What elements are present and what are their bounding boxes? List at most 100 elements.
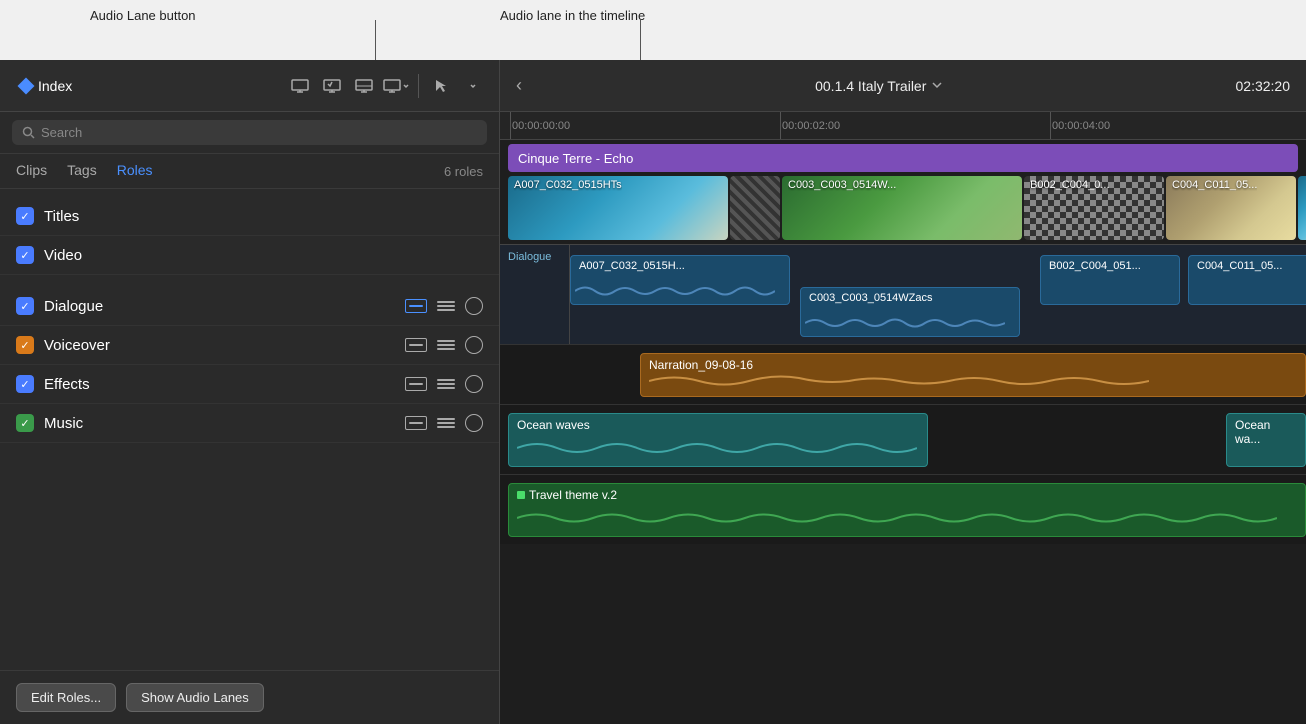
edit-roles-button[interactable]: Edit Roles... xyxy=(16,683,116,712)
ocean-clip-2[interactable]: Ocean wa... xyxy=(1226,413,1306,467)
role-name-dialogue: Dialogue xyxy=(44,298,405,315)
title-track: Cinque Terre - Echo xyxy=(508,144,1298,172)
search-box[interactable]: Search xyxy=(12,120,487,145)
audio-lane-btn-music[interactable] xyxy=(405,416,427,430)
arrow-icon[interactable] xyxy=(427,72,455,100)
role-name-music: Music xyxy=(44,415,405,432)
video-clip-stripe[interactable] xyxy=(730,176,780,240)
tc-mark-1: 00:00:02:00 xyxy=(782,120,840,132)
lines-icon-effects[interactable] xyxy=(437,379,455,389)
annotation-audio-lane-button: Audio Lane button xyxy=(90,8,196,23)
dialogue-clips: A007_C032_0515H... C003_C003_0514WZacs xyxy=(570,245,1306,344)
audio-lane-btn-voiceover[interactable] xyxy=(405,338,427,352)
circle-icon-dialogue[interactable] xyxy=(465,297,483,315)
video-clip-1[interactable]: A007_C032_0515HTs xyxy=(508,176,728,240)
video-clip-3[interactable]: B002_C004_0... xyxy=(1024,176,1164,240)
role-name-video: Video xyxy=(44,247,483,264)
tc-mark-0: 00:00:00:00 xyxy=(512,120,570,132)
waveform-svg-1 xyxy=(575,280,775,302)
circle-icon-effects[interactable] xyxy=(465,375,483,393)
voiceover-actions xyxy=(405,336,483,354)
timecode-ruler: 00:00:00:00 00:00:02:00 00:00:04:00 xyxy=(500,112,1306,140)
checkbox-music[interactable]: ✓ xyxy=(16,414,34,432)
diamond-icon xyxy=(18,77,35,94)
tab-tags[interactable]: Tags xyxy=(67,162,97,180)
bottom-buttons: Edit Roles... Show Audio Lanes xyxy=(0,670,499,724)
dialogue-clip-3[interactable]: B002_C004_051... xyxy=(1040,255,1180,305)
timeline-content: Cinque Terre - Echo A007_C032_0515HTs C0… xyxy=(500,140,1306,724)
dialogue-clip-2[interactable]: C003_C003_0514WZacs xyxy=(800,287,1020,337)
music-clip[interactable]: Travel theme v.2 xyxy=(508,483,1306,537)
video-clip-4[interactable]: C004_C011_05... xyxy=(1166,176,1296,240)
role-item-music[interactable]: ✓ Music xyxy=(0,404,499,443)
audio-lane-btn-effects[interactable] xyxy=(405,377,427,391)
checkbox-voiceover[interactable]: ✓ xyxy=(16,336,34,354)
audio-lane-btn-dialogue[interactable] xyxy=(405,299,427,313)
tab-clips[interactable]: Clips xyxy=(16,162,47,180)
circle-icon-voiceover[interactable] xyxy=(465,336,483,354)
search-placeholder: Search xyxy=(41,125,82,140)
arrow-dropdown[interactable] xyxy=(459,72,487,100)
role-name-voiceover: Voiceover xyxy=(44,337,405,354)
role-item-voiceover[interactable]: ✓ Voiceover xyxy=(0,326,499,365)
music-waveform xyxy=(517,504,1277,532)
video-clip-2[interactable]: C003_C003_0514W... xyxy=(782,176,1022,240)
checkbox-effects[interactable]: ✓ xyxy=(16,375,34,393)
lane-label-dialogue: Dialogue xyxy=(500,245,570,344)
role-name-effects: Effects xyxy=(44,376,405,393)
timeline-title: 00.1.4 Italy Trailer xyxy=(815,78,942,94)
timeline-timecode: 02:32:20 xyxy=(1236,78,1291,94)
title-dropdown-icon xyxy=(932,82,942,89)
narration-lane: Narration_09-08-16 xyxy=(500,344,1306,404)
lines-icon-music[interactable] xyxy=(437,418,455,428)
roles-list: ✓ Titles ✓ Video ✓ Dialogue xyxy=(0,189,499,670)
dialogue-lane: Dialogue A007_C032_0515H... C003_C003_05… xyxy=(500,244,1306,344)
role-item-effects[interactable]: ✓ Effects xyxy=(0,365,499,404)
waveform-svg-2 xyxy=(805,312,1005,334)
dialogue-clip-4[interactable]: C004_C011_05... xyxy=(1188,255,1306,305)
effects-actions xyxy=(405,375,483,393)
right-panel: ‹ 00.1.4 Italy Trailer 02:32:20 00:00:00… xyxy=(500,60,1306,724)
role-spacer xyxy=(0,275,499,287)
dialogue-clip-1[interactable]: A007_C032_0515H... xyxy=(570,255,790,305)
monitor-dropdown[interactable] xyxy=(382,72,410,100)
lines-icon-voiceover[interactable] xyxy=(437,340,455,350)
timeline-back-button[interactable]: ‹ xyxy=(516,75,522,96)
tab-roles[interactable]: Roles xyxy=(117,162,153,180)
narration-waveform xyxy=(649,370,1149,392)
music-actions xyxy=(405,414,483,432)
main-layout: Index xyxy=(0,60,1306,724)
toolbar-icons xyxy=(286,72,487,100)
lines-icon-dialogue[interactable] xyxy=(437,301,455,311)
video-clip-5[interactable] xyxy=(1298,176,1306,240)
search-icon xyxy=(22,126,35,139)
ocean-waveform xyxy=(517,434,917,462)
role-item-video[interactable]: ✓ Video xyxy=(0,236,499,275)
left-panel: Index xyxy=(0,60,500,724)
tc-mark-2: 00:00:04:00 xyxy=(1052,120,1110,132)
annotation-line-2 xyxy=(640,20,641,60)
index-button[interactable]: Index xyxy=(12,74,80,98)
dialogue-actions xyxy=(405,297,483,315)
tabs-row: Clips Tags Roles 6 roles xyxy=(0,154,499,189)
checkbox-titles[interactable]: ✓ xyxy=(16,207,34,225)
toolbar-separator xyxy=(418,74,419,98)
timeline-header: ‹ 00.1.4 Italy Trailer 02:32:20 xyxy=(500,60,1306,112)
checkbox-dialogue[interactable]: ✓ xyxy=(16,297,34,315)
ocean-clip-1[interactable]: Ocean waves xyxy=(508,413,928,467)
index-label: Index xyxy=(38,78,72,94)
monitor-icon-3[interactable] xyxy=(350,72,378,100)
role-item-dialogue[interactable]: ✓ Dialogue xyxy=(0,287,499,326)
monitor-icon-2[interactable] xyxy=(318,72,346,100)
monitor-icon-1[interactable] xyxy=(286,72,314,100)
circle-icon-music[interactable] xyxy=(465,414,483,432)
narration-clip[interactable]: Narration_09-08-16 xyxy=(640,353,1306,397)
show-audio-lanes-button[interactable]: Show Audio Lanes xyxy=(126,683,264,712)
music-tag-icon xyxy=(517,491,525,499)
video-clips-row: A007_C032_0515HTs C003_C003_0514W... B00… xyxy=(500,172,1306,244)
checkbox-video[interactable]: ✓ xyxy=(16,246,34,264)
role-item-titles[interactable]: ✓ Titles xyxy=(0,197,499,236)
toolbar: Index xyxy=(0,60,499,112)
annotation-audio-lane-timeline: Audio lane in the timeline xyxy=(500,8,645,23)
search-area: Search xyxy=(0,112,499,154)
